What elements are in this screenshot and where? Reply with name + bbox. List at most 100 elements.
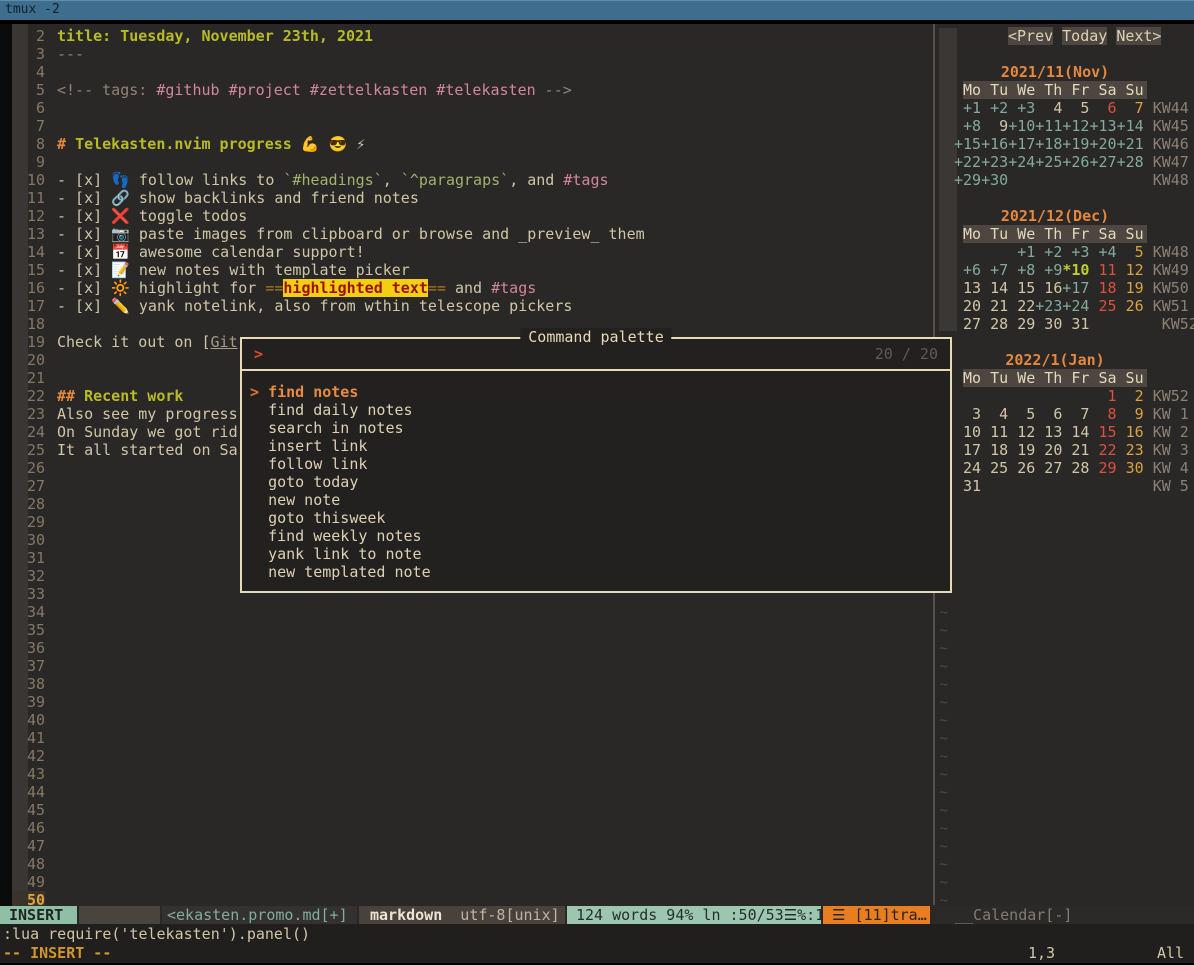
calendar-day-cell[interactable]: 9 [981, 117, 1008, 135]
editor-line[interactable]: 14- [x] 📅 awesome calendar support! [12, 243, 365, 261]
calendar-day-cell[interactable]: +23 [981, 153, 1008, 171]
calendar-day-cell[interactable]: +3 [1008, 99, 1035, 117]
editor-line[interactable]: 2title: Tuesday, November 23th, 2021 [12, 27, 373, 45]
calendar-day-cell[interactable]: +2 [1035, 243, 1062, 261]
calendar-day-cell[interactable]: 12 [1117, 261, 1144, 279]
calendar-day-cell[interactable]: 31 [954, 477, 981, 495]
calendar-day-cell[interactable]: +19 [1062, 135, 1089, 153]
calendar-day-cell[interactable]: +30 [981, 171, 1008, 189]
calendar-day-cell[interactable]: 24 [954, 459, 981, 477]
editor-line[interactable]: 4 [12, 63, 57, 81]
editor-line[interactable]: 18 [12, 315, 57, 333]
calendar-next-button[interactable]: Next> [1116, 27, 1161, 45]
calendar-day-cell[interactable]: +23 [1035, 297, 1062, 315]
editor-line[interactable]: 6 [12, 99, 57, 117]
calendar-day-cell[interactable]: +15 [954, 135, 981, 153]
calendar-day-cell[interactable]: 18 [981, 441, 1008, 459]
editor-line[interactable]: 48 [12, 855, 57, 873]
calendar-day-cell[interactable]: +12 [1062, 117, 1089, 135]
calendar-day-cell[interactable]: +28 [1117, 153, 1144, 171]
calendar-day-cell[interactable]: 25 [1089, 297, 1116, 315]
calendar-day-cell[interactable]: 29 [1008, 315, 1035, 333]
calendar-day-cell[interactable]: 10 [954, 423, 981, 441]
calendar-day-cell[interactable]: +3 [1062, 243, 1089, 261]
editor-line[interactable]: 34 [12, 603, 57, 621]
calendar-day-cell[interactable]: 14 [981, 279, 1008, 297]
calendar-day-cell[interactable]: 20 [954, 297, 981, 315]
calendar-day-cell[interactable]: 6 [1089, 99, 1116, 117]
calendar-day-cell[interactable]: +14 [1117, 117, 1144, 135]
palette-item[interactable]: find daily notes [250, 401, 950, 419]
palette-item[interactable]: new note [250, 491, 950, 509]
calendar-day-cell[interactable]: 1 [1089, 387, 1116, 405]
calendar-day-cell[interactable]: +26 [1062, 153, 1089, 171]
calendar-day-cell[interactable]: 12 [1008, 423, 1035, 441]
calendar-day-cell[interactable]: 11 [981, 423, 1008, 441]
calendar-day-cell[interactable]: 6 [1035, 405, 1062, 423]
editor-line[interactable]: 25It all started on Sa [12, 441, 238, 459]
editor-line[interactable]: 43 [12, 765, 57, 783]
calendar-day-cell[interactable]: 27 [1035, 459, 1062, 477]
calendar-day-cell[interactable]: +22 [954, 153, 981, 171]
calendar-day-cell[interactable]: 28 [981, 315, 1008, 333]
editor-line[interactable]: 42 [12, 747, 57, 765]
calendar-day-cell[interactable]: 15 [1008, 279, 1035, 297]
calendar-day-cell[interactable]: +21 [1117, 135, 1144, 153]
calendar-day-cell[interactable]: +1 [1008, 243, 1035, 261]
editor-line[interactable]: 35 [12, 621, 57, 639]
palette-item[interactable]: > find notes [250, 383, 950, 401]
calendar-day-cell[interactable]: 19 [1008, 441, 1035, 459]
editor-line[interactable]: 33 [12, 585, 57, 603]
calendar-day-cell[interactable]: 19 [1117, 279, 1144, 297]
calendar-day-cell[interactable]: 8 [1089, 405, 1116, 423]
calendar-day-cell[interactable]: 28 [1062, 459, 1089, 477]
calendar-day-cell[interactable]: 16 [1035, 279, 1062, 297]
editor-line[interactable]: 31 [12, 549, 57, 567]
calendar-day-cell[interactable]: +8 [1008, 261, 1035, 279]
calendar-day-cell[interactable]: +17 [1062, 279, 1089, 297]
calendar-day-cell[interactable]: +2 [981, 99, 1008, 117]
editor-line[interactable]: 27 [12, 477, 57, 495]
editor-line[interactable]: 15- [x] 📝 new notes with template picker [12, 261, 410, 279]
editor-line[interactable]: 17- [x] ✏️ yank notelink, also from wthi… [12, 297, 572, 315]
calendar-day-cell[interactable]: 5 [1062, 99, 1089, 117]
calendar-day-cell[interactable]: +27 [1089, 153, 1116, 171]
palette-item[interactable]: follow link [250, 455, 950, 473]
editor-line[interactable]: 13- [x] 📷 paste images from clipboard or… [12, 225, 645, 243]
editor-line[interactable]: 30 [12, 531, 57, 549]
calendar-day-cell[interactable]: 30 [1117, 459, 1144, 477]
editor-line[interactable]: 38 [12, 675, 57, 693]
editor-line[interactable]: 20 [12, 351, 57, 369]
editor-line[interactable]: 12- [x] ❌ toggle todos [12, 207, 247, 225]
calendar-day-cell[interactable]: +29 [954, 171, 981, 189]
palette-item[interactable]: new templated note [250, 563, 950, 581]
editor-line[interactable]: 40 [12, 711, 57, 729]
calendar-day-cell[interactable]: 21 [981, 297, 1008, 315]
calendar-day-cell[interactable]: 22 [1008, 297, 1035, 315]
editor-line[interactable]: 44 [12, 783, 57, 801]
palette-item[interactable]: insert link [250, 437, 950, 455]
editor-line[interactable]: 28 [12, 495, 57, 513]
calendar-day-cell[interactable]: 7 [1062, 405, 1089, 423]
calendar-day-cell[interactable]: +11 [1035, 117, 1062, 135]
calendar-day-cell[interactable]: 26 [1117, 297, 1144, 315]
editor-line[interactable]: 29 [12, 513, 57, 531]
editor-line[interactable]: 23Also see my progress [12, 405, 238, 423]
calendar-day-cell[interactable]: 7 [1117, 99, 1144, 117]
calendar-day-cell[interactable]: 26 [1008, 459, 1035, 477]
calendar-day-cell[interactable]: 9 [1117, 405, 1144, 423]
calendar-day-cell[interactable]: +1 [954, 99, 981, 117]
editor-line[interactable]: 39 [12, 693, 57, 711]
editor-line[interactable]: 21 [12, 369, 57, 387]
calendar-day-cell[interactable]: 14 [1062, 423, 1089, 441]
editor-line[interactable]: 16- [x] 🔆 highlight for ==highlighted te… [12, 279, 536, 297]
calendar-day-cell[interactable]: 5 [1117, 243, 1144, 261]
editor-line[interactable]: 10- [x] 👣 follow links to `#headings`, `… [12, 171, 609, 189]
editor-line[interactable]: 8# Telekasten.nvim progress 💪 😎 ⚡ [12, 135, 374, 153]
calendar-day-cell[interactable]: +25 [1035, 153, 1062, 171]
editor-line[interactable]: 46 [12, 819, 57, 837]
palette-item[interactable]: yank link to note [250, 545, 950, 563]
calendar-day-cell[interactable]: +8 [954, 117, 981, 135]
editor-line[interactable]: 45 [12, 801, 57, 819]
calendar-day-cell[interactable]: 23 [1117, 441, 1144, 459]
